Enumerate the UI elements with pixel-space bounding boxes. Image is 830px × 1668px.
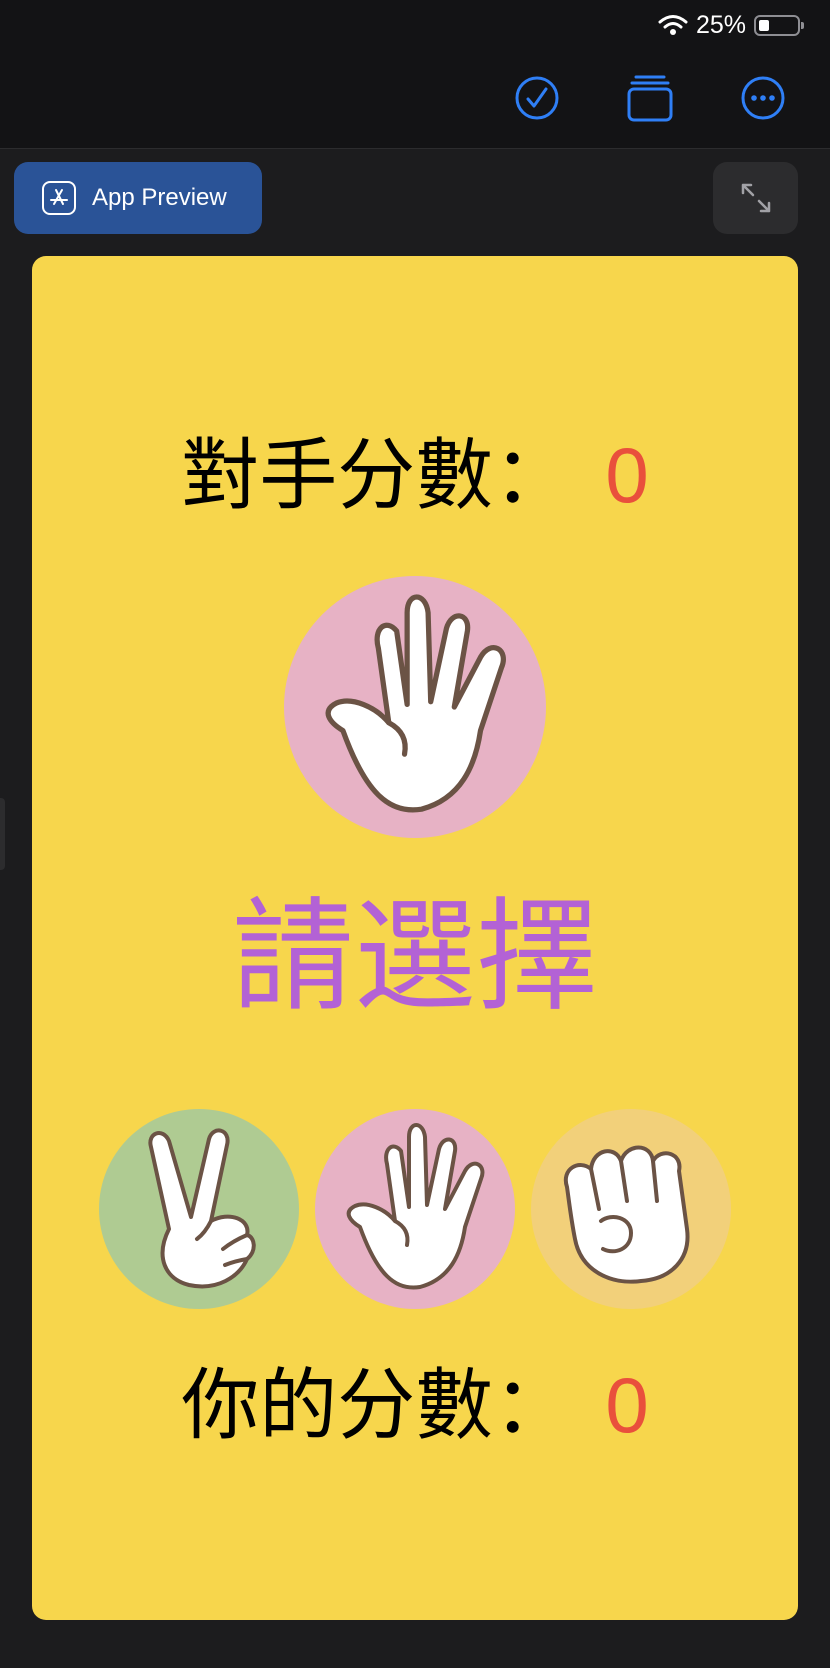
app-preview-label: App Preview [92, 184, 227, 211]
player-score-label: 你的分數： [181, 1361, 572, 1451]
checkmark-circle-icon[interactable] [509, 70, 565, 126]
app-preview-button[interactable]: App Preview [14, 162, 262, 234]
rock-choice-button[interactable] [531, 1109, 731, 1309]
game-card: 對手分數： 0 請選擇 你的分數： 0 [32, 256, 798, 1620]
paper-choice-button[interactable] [315, 1109, 515, 1309]
app-store-icon [42, 181, 76, 215]
side-handle[interactable] [0, 798, 5, 870]
opponent-hand [284, 576, 546, 838]
more-icon[interactable] [735, 70, 791, 126]
opponent-score-row: 對手分數： 0 [32, 436, 798, 515]
status-bar: 25% [658, 8, 804, 42]
scissors-hand-icon [148, 1128, 256, 1289]
top-bar: 25% [0, 0, 830, 149]
opponent-score-value: 0 [605, 431, 649, 519]
player-score-row: 你的分數： 0 [32, 1366, 798, 1445]
battery-percentage: 25% [695, 10, 746, 39]
expand-arrows-icon [741, 183, 770, 213]
paper-hand-icon [325, 594, 506, 813]
rock-hand-icon [563, 1145, 690, 1284]
expand-button[interactable] [713, 162, 798, 234]
wifi-icon [658, 15, 688, 35]
paper-hand-icon [346, 1123, 485, 1290]
prompt-text: 請選擇 [232, 886, 598, 1028]
stack-icon[interactable] [622, 70, 678, 126]
scissors-choice-button[interactable] [99, 1109, 299, 1309]
opponent-score-label: 對手分數： [181, 431, 572, 521]
player-score-value: 0 [605, 1361, 649, 1449]
battery-icon [754, 14, 804, 36]
